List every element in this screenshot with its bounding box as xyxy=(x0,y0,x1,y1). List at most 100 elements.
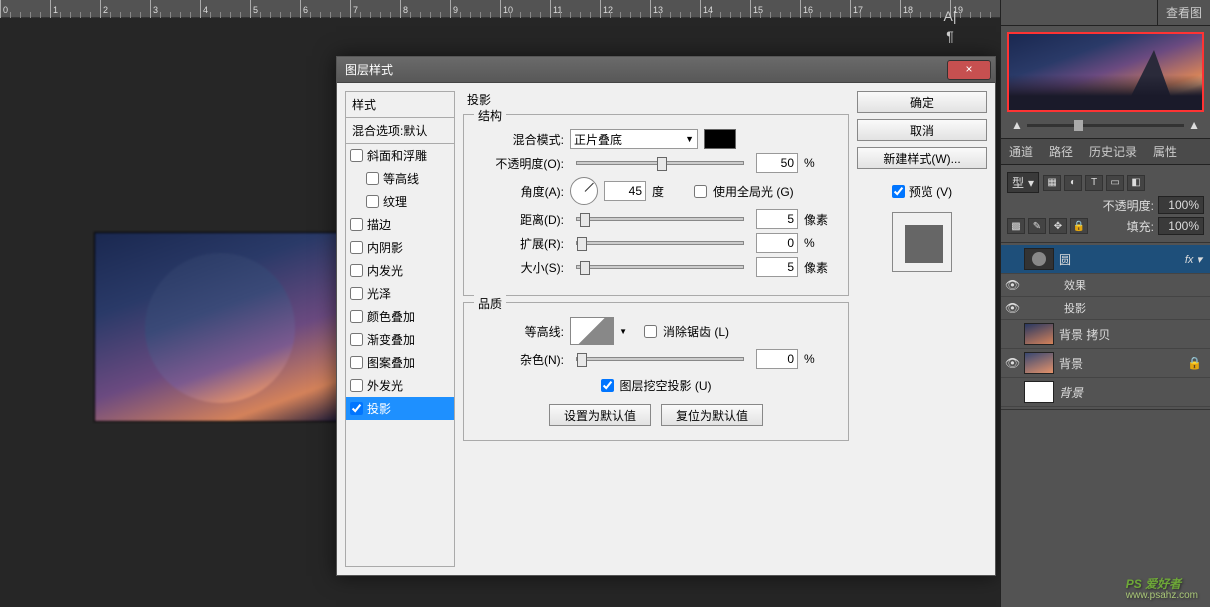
size-input[interactable] xyxy=(756,257,798,277)
filter-smart-icon[interactable]: ◧ xyxy=(1127,175,1145,191)
filter-type-icon[interactable]: T xyxy=(1085,175,1103,191)
close-button[interactable]: × xyxy=(947,60,991,80)
size-label: 大小(S): xyxy=(478,259,564,276)
opacity-input[interactable] xyxy=(756,153,798,173)
distance-input[interactable] xyxy=(756,209,798,229)
blend-mode-select[interactable]: 正片叠底 ▼ xyxy=(570,129,698,149)
opacity-slider[interactable] xyxy=(576,161,744,165)
style-checkbox[interactable] xyxy=(350,379,363,392)
reset-default-button[interactable]: 复位为默认值 xyxy=(661,404,763,426)
lock-pos-icon[interactable]: ✥ xyxy=(1049,218,1067,234)
top-tab[interactable]: 查看图 xyxy=(1157,0,1210,25)
style-item-11[interactable]: 投影 xyxy=(346,397,454,420)
layer-row[interactable]: 👁背景🔒 xyxy=(1001,349,1210,378)
layer-style-dialog: 图层样式 × 样式 混合选项:默认 斜面和浮雕等高线纹理描边内阴影内发光光泽颜色… xyxy=(336,56,996,576)
spread-label: 扩展(R): xyxy=(478,235,564,252)
style-list: 样式 混合选项:默认 斜面和浮雕等高线纹理描边内阴影内发光光泽颜色叠加渐变叠加图… xyxy=(345,91,455,567)
canvas-circle-shape xyxy=(145,253,295,403)
shadow-color-swatch[interactable] xyxy=(704,129,736,149)
layer-row[interactable]: 圆fx ▾ xyxy=(1001,245,1210,274)
style-checkbox[interactable] xyxy=(350,356,363,369)
style-checkbox[interactable] xyxy=(350,333,363,346)
eye-icon[interactable]: 👁 xyxy=(1005,301,1019,315)
spread-input[interactable] xyxy=(756,233,798,253)
new-style-button[interactable]: 新建样式(W)... xyxy=(857,147,987,169)
style-item-1[interactable]: 等高线 xyxy=(346,167,454,190)
style-item-5[interactable]: 内发光 xyxy=(346,259,454,282)
style-label: 内阴影 xyxy=(367,239,403,256)
tab-properties[interactable]: 属性 xyxy=(1145,139,1185,164)
style-checkbox[interactable] xyxy=(366,195,379,208)
style-item-9[interactable]: 图案叠加 xyxy=(346,351,454,374)
dialog-titlebar[interactable]: 图层样式 × xyxy=(337,57,995,83)
preview-checkbox[interactable] xyxy=(892,185,905,198)
style-checkbox[interactable] xyxy=(350,264,363,277)
style-checkbox[interactable] xyxy=(350,402,363,415)
fx-badge[interactable]: fx ▾ xyxy=(1185,253,1206,266)
layer-opacity-value[interactable]: 100% xyxy=(1158,196,1204,214)
noise-slider[interactable] xyxy=(576,357,744,361)
style-checkbox[interactable] xyxy=(350,149,363,162)
distance-label: 距离(D): xyxy=(478,211,564,228)
style-item-0[interactable]: 斜面和浮雕 xyxy=(346,144,454,167)
filter-image-icon[interactable]: ▦ xyxy=(1043,175,1061,191)
canvas-document[interactable] xyxy=(94,232,342,422)
lock-paint-icon[interactable]: ✎ xyxy=(1028,218,1046,234)
layer-opacity-label: 不透明度: xyxy=(1103,197,1154,214)
filter-adjust-icon[interactable]: ◐ xyxy=(1064,175,1082,191)
lock-icon: 🔒 xyxy=(1187,356,1206,370)
paragraph-icon[interactable]: ¶ xyxy=(940,28,960,44)
fill-value[interactable]: 100% xyxy=(1158,217,1204,235)
noise-input[interactable] xyxy=(756,349,798,369)
blend-options[interactable]: 混合选项:默认 xyxy=(346,118,454,144)
anti-alias-checkbox[interactable]: 消除锯齿 (L) xyxy=(644,323,729,340)
layer-kind-filter[interactable]: 型▾ xyxy=(1007,172,1039,193)
style-checkbox[interactable] xyxy=(350,287,363,300)
style-item-2[interactable]: 纹理 xyxy=(346,190,454,213)
chevron-down-icon: ▾ xyxy=(1028,176,1034,190)
zoom-in-icon[interactable]: ▲ xyxy=(1188,118,1200,132)
style-checkbox[interactable] xyxy=(366,172,379,185)
style-item-8[interactable]: 渐变叠加 xyxy=(346,328,454,351)
style-label: 投影 xyxy=(367,400,391,417)
distance-slider[interactable] xyxy=(576,217,744,221)
style-item-3[interactable]: 描边 xyxy=(346,213,454,236)
layer-name: 背景 xyxy=(1059,384,1083,401)
lock-all-icon[interactable]: 🔒 xyxy=(1070,218,1088,234)
size-slider[interactable] xyxy=(576,265,744,269)
cancel-button[interactable]: 取消 xyxy=(857,119,987,141)
ok-button[interactable]: 确定 xyxy=(857,91,987,113)
navigator-thumbnail[interactable] xyxy=(1007,32,1204,112)
spread-slider[interactable] xyxy=(576,241,744,245)
knockout-checkbox[interactable]: 图层挖空投影 (U) xyxy=(601,377,712,394)
style-checkbox[interactable] xyxy=(350,310,363,323)
contour-picker[interactable]: ▼ xyxy=(570,317,614,345)
eye-icon[interactable]: 👁 xyxy=(1005,278,1019,292)
navigator-zoom-slider[interactable]: ▲ ▲ xyxy=(1011,118,1200,132)
tab-channels[interactable]: 通道 xyxy=(1001,139,1041,164)
layer-row[interactable]: 背景 拷贝 xyxy=(1001,320,1210,349)
global-light-checkbox[interactable]: 使用全局光 (G) xyxy=(694,183,794,200)
style-item-7[interactable]: 颜色叠加 xyxy=(346,305,454,328)
style-item-10[interactable]: 外发光 xyxy=(346,374,454,397)
tab-history[interactable]: 历史记录 xyxy=(1081,139,1145,164)
eye-icon[interactable]: 👁 xyxy=(1005,356,1019,370)
style-checkbox[interactable] xyxy=(350,241,363,254)
style-item-6[interactable]: 光泽 xyxy=(346,282,454,305)
lock-trans-icon[interactable]: ▩ xyxy=(1007,218,1025,234)
style-item-4[interactable]: 内阴影 xyxy=(346,236,454,259)
tab-paths[interactable]: 路径 xyxy=(1041,139,1081,164)
filter-shape-icon[interactable]: ▭ xyxy=(1106,175,1124,191)
make-default-button[interactable]: 设置为默认值 xyxy=(549,404,651,426)
opacity-label: 不透明度(O): xyxy=(478,155,564,172)
type-tool-icon[interactable]: A| xyxy=(940,8,960,24)
styles-header[interactable]: 样式 xyxy=(346,92,454,118)
zoom-out-icon[interactable]: ▲ xyxy=(1011,118,1023,132)
layer-effect-row[interactable]: 👁效果 xyxy=(1001,274,1210,297)
layer-row[interactable]: 背景 xyxy=(1001,378,1210,407)
angle-input[interactable] xyxy=(604,181,646,201)
angle-control[interactable] xyxy=(570,177,598,205)
chevron-down-icon: ▼ xyxy=(685,134,694,144)
layer-effect-row[interactable]: 👁投影 xyxy=(1001,297,1210,320)
style-checkbox[interactable] xyxy=(350,218,363,231)
